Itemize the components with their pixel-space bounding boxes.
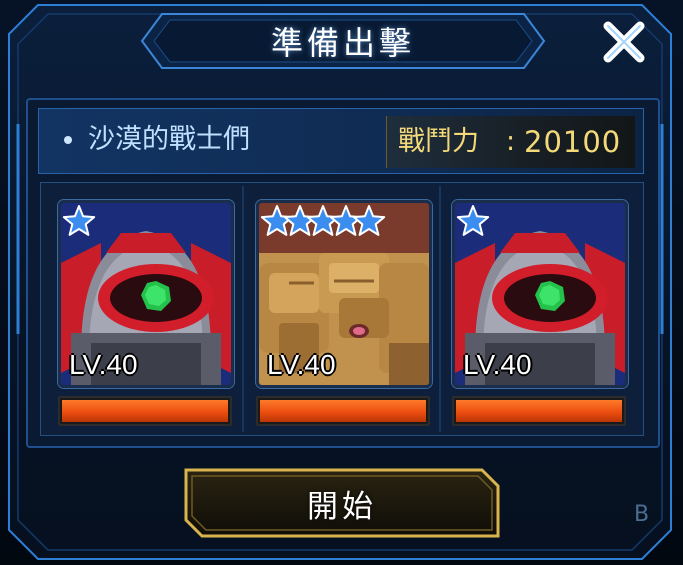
hp-fill (456, 400, 622, 422)
power-label: 戰鬥力 (398, 126, 479, 157)
bullet-dot-icon (64, 136, 72, 144)
slot-divider (242, 186, 244, 432)
hp-fill (260, 400, 426, 422)
star-rating-icon (62, 205, 96, 236)
close-x-icon[interactable] (596, 14, 652, 70)
team-name: 沙漠的戰士們 (88, 124, 250, 155)
slot-divider (439, 186, 441, 432)
unit-hp-bar (256, 396, 430, 426)
unit-card-3[interactable]: LV.40 (452, 200, 628, 388)
dialog-title: 準備出擊 (270, 24, 415, 62)
corner-letter: B (634, 502, 650, 527)
unit-level: LV.40 (463, 349, 532, 380)
unit-card-1[interactable]: LV.40 (58, 200, 234, 388)
star-rating-icon (260, 205, 386, 236)
star-icon (456, 205, 490, 236)
star-rating-icon (456, 205, 490, 236)
unit-card-2[interactable]: LV.40 (256, 200, 432, 388)
unit-level: LV.40 (69, 349, 138, 380)
unit-level: LV.40 (267, 349, 336, 380)
power-colon: : (506, 126, 516, 157)
star-icon (62, 205, 96, 236)
power-value: 20100 (524, 125, 622, 159)
unit-hp-bar (58, 396, 232, 426)
hp-fill (62, 400, 228, 422)
star-icon (352, 205, 386, 236)
start-button-label: 開始 (307, 488, 377, 525)
unit-hp-bar (452, 396, 626, 426)
